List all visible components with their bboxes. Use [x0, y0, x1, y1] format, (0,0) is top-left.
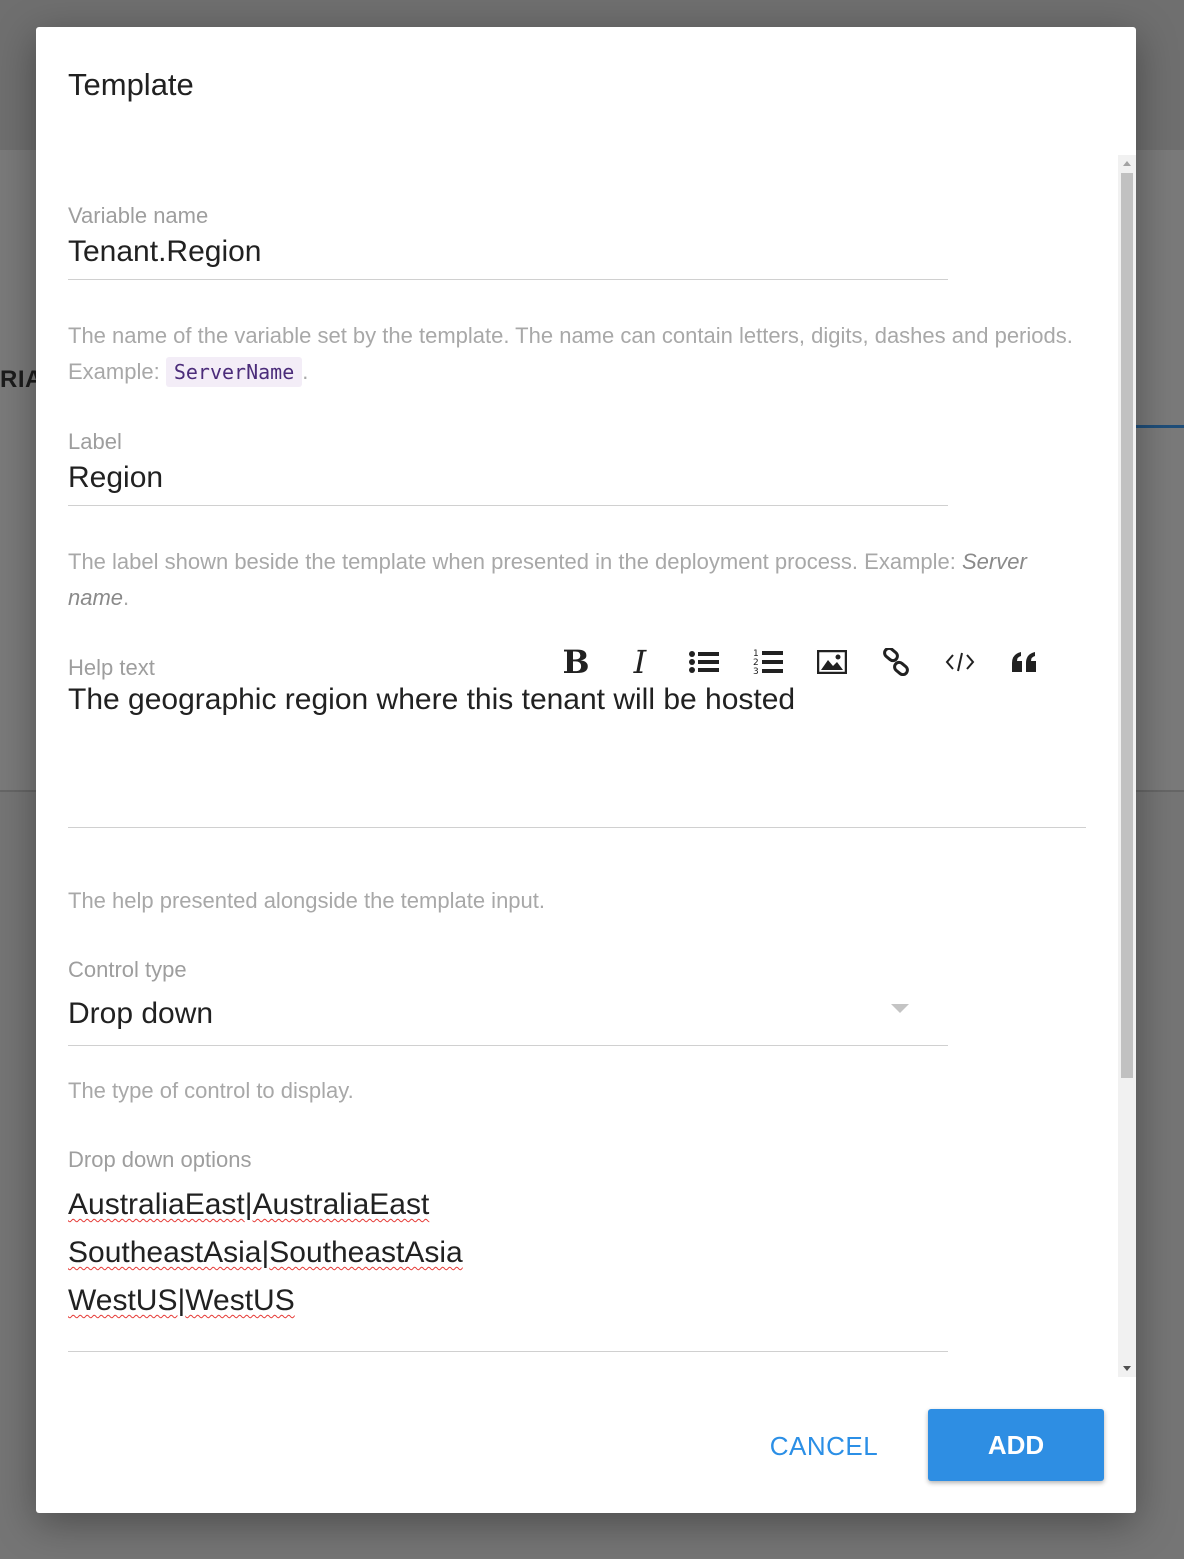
italic-icon[interactable]: I — [622, 642, 658, 682]
variable-name-underline — [68, 279, 948, 280]
code-icon[interactable] — [942, 642, 978, 682]
scrollbar-thumb[interactable] — [1121, 173, 1133, 1078]
control-type-underline — [68, 1045, 948, 1046]
numbered-list-icon[interactable]: 1 2 3 — [750, 642, 786, 682]
option-line: AustraliaEast|AustraliaEast — [68, 1188, 430, 1221]
control-type-label: Control type — [68, 957, 187, 982]
template-dialog: Template Variable name Tenant.Region The… — [36, 27, 1136, 1513]
help-text-helper: The help presented alongside the templat… — [68, 888, 545, 913]
dropdown-options-textarea[interactable]: AustraliaEast|AustraliaEast SoutheastAsi… — [68, 1181, 463, 1325]
dialog-title: Template — [68, 67, 194, 102]
background-tab-indicator — [1136, 425, 1184, 428]
scroll-down-icon[interactable] — [1123, 1366, 1131, 1371]
label-field-label: Label — [68, 429, 122, 454]
option-line: WestUS|WestUS — [68, 1284, 295, 1317]
label-underline — [68, 505, 948, 506]
quote-icon[interactable] — [1006, 642, 1042, 682]
help-text-label: Help text — [68, 655, 155, 680]
variable-name-helper: The name of the variable set by the temp… — [68, 318, 1078, 390]
label-helper: The label shown beside the template when… — [68, 549, 1027, 610]
help-text-input[interactable]: The geographic region where this tenant … — [68, 683, 795, 717]
helper-code-example: ServerName — [165, 357, 303, 387]
dropdown-arrow-icon[interactable] — [891, 1004, 909, 1013]
link-icon[interactable] — [878, 642, 914, 682]
variable-name-label: Variable name — [68, 203, 209, 228]
scroll-up-icon[interactable] — [1123, 161, 1131, 166]
dialog-scrollbar[interactable] — [1118, 155, 1136, 1377]
bold-icon[interactable]: B — [558, 642, 594, 682]
dropdown-options-label: Drop down options — [68, 1147, 252, 1172]
control-type-select[interactable]: Drop down — [68, 997, 213, 1031]
option-line: SoutheastAsia|SoutheastAsia — [68, 1236, 463, 1269]
control-type-helper: The type of control to display. — [68, 1078, 354, 1103]
help-text-underline — [68, 827, 1086, 828]
add-button[interactable]: ADD — [928, 1409, 1104, 1481]
bullet-list-icon[interactable] — [686, 642, 722, 682]
variable-name-input[interactable]: Tenant.Region — [68, 235, 261, 269]
dropdown-options-underline — [68, 1351, 948, 1352]
dialog-scroll-area[interactable]: Variable name Tenant.Region The name of … — [36, 155, 1136, 1377]
svg-text:3: 3 — [753, 667, 759, 676]
image-icon[interactable] — [814, 642, 850, 682]
label-input[interactable]: Region — [68, 461, 163, 495]
cancel-button[interactable]: CANCEL — [756, 1419, 892, 1473]
